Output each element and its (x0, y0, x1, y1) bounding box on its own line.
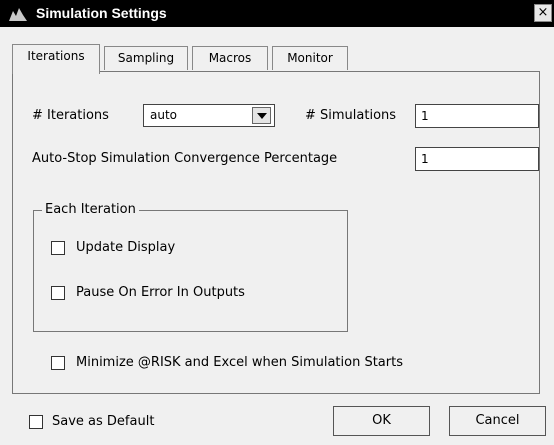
cancel-button[interactable]: Cancel (449, 406, 546, 436)
tab-monitor[interactable]: Monitor (272, 46, 348, 70)
iterations-label: # Iterations (32, 108, 109, 123)
simulations-input[interactable]: 1 (415, 104, 539, 128)
tab-macros[interactable]: Macros (192, 46, 268, 70)
save-as-default-label[interactable]: Save as Default (52, 414, 154, 429)
each-iteration-group (33, 210, 348, 332)
update-display-label[interactable]: Update Display (76, 240, 175, 255)
convergence-input[interactable]: 1 (415, 147, 539, 171)
save-as-default-checkbox[interactable] (29, 415, 43, 429)
iterations-dropdown-value: auto (150, 108, 178, 122)
chevron-down-icon (257, 113, 267, 119)
close-button[interactable]: × (534, 4, 552, 22)
tab-iterations[interactable]: Iterations (12, 44, 100, 74)
simulation-settings-dialog: Simulation Settings × Iterations Samplin… (0, 0, 554, 445)
iterations-dropdown[interactable]: auto (143, 104, 275, 127)
tab-sampling[interactable]: Sampling (104, 46, 188, 70)
minimize-checkbox[interactable] (51, 356, 65, 370)
title-bar[interactable]: Simulation Settings × (0, 0, 554, 27)
update-display-checkbox[interactable] (51, 241, 65, 255)
dropdown-arrow-button[interactable] (252, 107, 271, 124)
pause-on-error-checkbox[interactable] (51, 286, 65, 300)
window-title: Simulation Settings (36, 5, 167, 21)
each-iteration-group-label: Each Iteration (42, 202, 139, 217)
app-icon (8, 6, 28, 22)
convergence-label: Auto-Stop Simulation Convergence Percent… (32, 151, 338, 166)
minimize-label[interactable]: Minimize @RISK and Excel when Simulation… (76, 355, 403, 370)
simulations-label: # Simulations (305, 108, 397, 123)
ok-button[interactable]: OK (333, 406, 430, 436)
pause-on-error-label[interactable]: Pause On Error In Outputs (76, 285, 245, 300)
